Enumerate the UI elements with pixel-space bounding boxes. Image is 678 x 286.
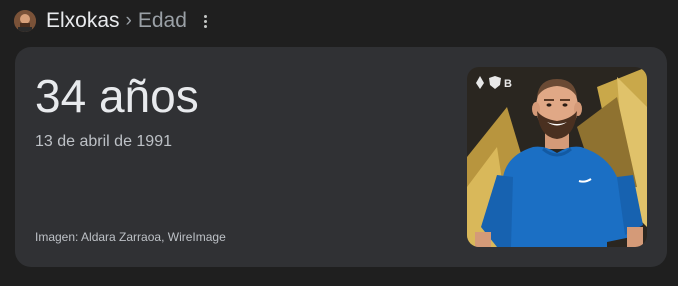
birth-date: 13 de abril de 1991	[35, 133, 172, 150]
breadcrumb-attribute: Edad	[137, 9, 187, 32]
avatar[interactable]	[14, 10, 36, 32]
person-photo-image: B	[467, 67, 647, 247]
more-dot-icon	[204, 24, 208, 28]
sponsor-logo-b: B	[504, 78, 512, 90]
breadcrumb-entity[interactable]: Elxokas	[46, 6, 120, 36]
more-dot-icon	[204, 19, 208, 23]
knowledge-panel: Elxokas › Edad 34 años 13 de abril de 19…	[0, 0, 678, 286]
image-credit: Imagen: Aldara Zarraoa, WireImage	[35, 230, 226, 244]
breadcrumb-separator: ›	[125, 10, 132, 31]
more-options-button[interactable]	[199, 11, 213, 31]
person-avatar-icon	[14, 10, 36, 32]
more-dot-icon	[204, 14, 208, 18]
breadcrumb: Elxokas › Edad	[14, 6, 213, 36]
answer-card: 34 años 13 de abril de 1991 Imagen: Alda…	[15, 47, 667, 267]
age-value: 34 años	[35, 70, 199, 122]
person-photo[interactable]: B	[467, 67, 647, 247]
